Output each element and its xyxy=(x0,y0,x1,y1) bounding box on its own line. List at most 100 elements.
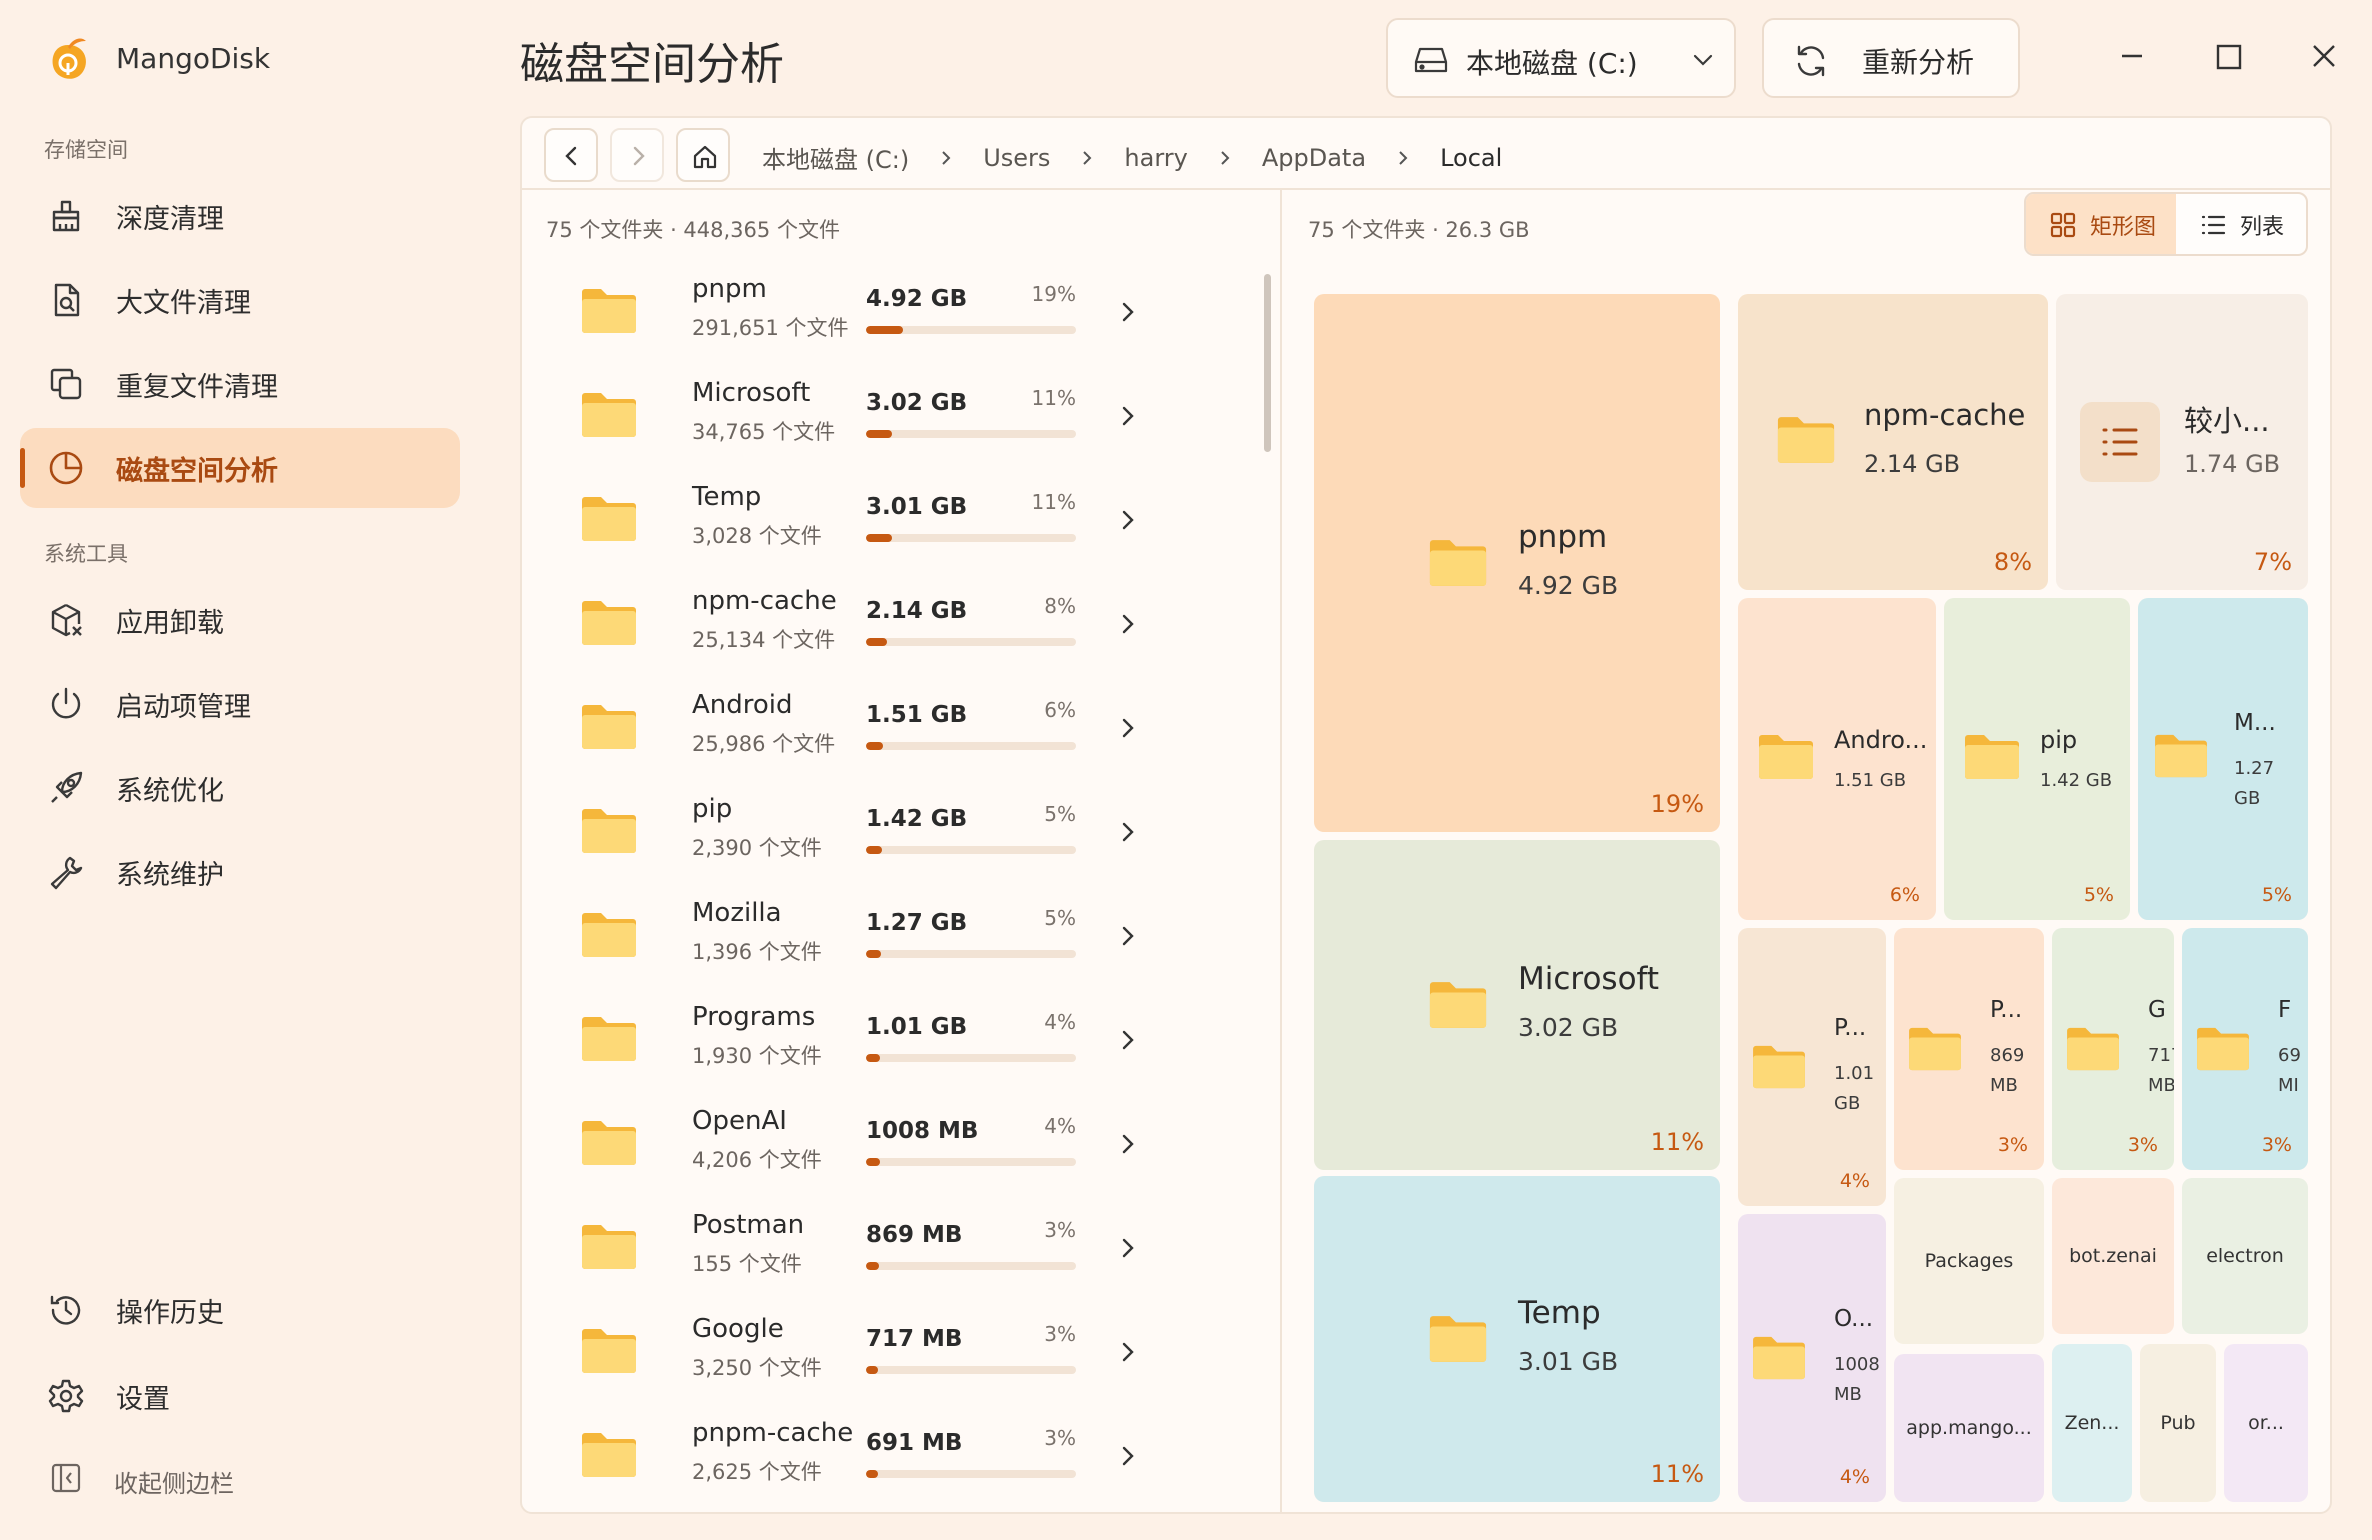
treemap-tile[interactable]: M... 1.27 GB 5% xyxy=(2138,598,2308,920)
treemap-tile[interactable]: app.mango... xyxy=(1894,1354,2044,1502)
folder-row[interactable]: Android 25,986 个文件 1.51 GB 6% xyxy=(548,680,1248,784)
breadcrumb-item[interactable]: AppData xyxy=(1262,144,1366,172)
treemap-tile-size: 4.92 GB xyxy=(1518,571,1619,600)
treemap-tile-name: pip xyxy=(2040,726,2078,754)
treemap-tile-name: O... xyxy=(1834,1306,1874,1332)
treemap-tile[interactable]: Andro... 1.51 GB 6% xyxy=(1738,598,1936,920)
treemap-tile-percent: 8% xyxy=(1993,548,2032,576)
list-view-button[interactable]: 列表 xyxy=(2176,194,2306,254)
folder-row[interactable]: Microsoft 34,765 个文件 3.02 GB 11% xyxy=(548,368,1248,472)
treemap-tile-size: 1.51 GB xyxy=(1834,770,1907,791)
sidebar-item-optimize[interactable]: 系统优化 xyxy=(20,748,460,828)
folder-file-count: 4,206 个文件 xyxy=(692,1148,822,1172)
app-brand: MangoDisk xyxy=(46,32,270,84)
treemap-tile-size: MI xyxy=(2278,1075,2299,1096)
treemap-tile[interactable]: P... 1.01 GB 4% xyxy=(1738,928,1886,1206)
folder-row[interactable]: OpenAI 4,206 个文件 1008 MB 4% xyxy=(548,1096,1248,1200)
treemap-tile[interactable]: electron xyxy=(2182,1178,2308,1334)
treemap-tile[interactable]: G 717 MB 3% xyxy=(2052,928,2174,1170)
collapse-sidebar-button[interactable]: 收起侧边栏 xyxy=(20,1450,320,1510)
sidebar-item-label: 设置 xyxy=(116,1383,170,1415)
folder-file-count: 2,625 个文件 xyxy=(692,1460,822,1484)
wrench-icon xyxy=(50,856,83,890)
forward-button[interactable] xyxy=(610,128,664,182)
treemap-tile-percent: 11% xyxy=(1650,1460,1704,1488)
treemap-tile[interactable]: 较小... 1.74 GB 7% xyxy=(2056,294,2308,590)
usage-bar-fill xyxy=(866,1158,880,1166)
folder-percent: 8% xyxy=(1044,594,1076,618)
folder-row[interactable]: Mozilla 1,396 个文件 1.27 GB 5% xyxy=(548,888,1248,992)
treemap-tile[interactable]: Microsoft 3.02 GB 11% xyxy=(1314,840,1720,1170)
folder-file-count: 25,986 个文件 xyxy=(692,732,836,756)
treemap-tile[interactable]: or... xyxy=(2224,1344,2308,1502)
sidebar-item-settings[interactable]: 设置 xyxy=(20,1356,460,1436)
rescan-button[interactable]: 重新分析 xyxy=(1762,18,2020,98)
home-button[interactable] xyxy=(676,128,730,182)
chevron-right-icon xyxy=(1122,1342,1134,1362)
sidebar-item-maintenance[interactable]: 系统维护 xyxy=(20,832,460,912)
treemap-tile[interactable]: pnpm 4.92 GB 19% xyxy=(1314,294,1720,832)
treemap-tile[interactable]: Packages xyxy=(1894,1178,2044,1344)
treemap-tile[interactable]: P... 869 MB 3% xyxy=(1894,928,2044,1170)
chevron-right-icon xyxy=(1122,926,1134,946)
breadcrumb-item[interactable]: harry xyxy=(1124,144,1187,172)
sidebar-item-duplicate-files[interactable]: 重复文件清理 xyxy=(20,344,460,424)
treemap-tile[interactable]: Pub xyxy=(2140,1344,2216,1502)
treemap-tile[interactable]: npm-cache 2.14 GB 8% xyxy=(1738,294,2048,590)
treemap-tile[interactable]: Zen... xyxy=(2052,1344,2132,1502)
usage-bar xyxy=(866,950,1076,958)
treemap-tile[interactable]: O... 1008 MB 4% xyxy=(1738,1214,1886,1502)
sidebar-item-large-files[interactable]: 大文件清理 xyxy=(20,260,460,340)
sidebar-item-history[interactable]: 操作历史 xyxy=(20,1270,460,1350)
folder-row[interactable]: Google 3,250 个文件 717 MB 3% xyxy=(548,1304,1248,1408)
back-button[interactable] xyxy=(544,128,598,182)
breadcrumb-item[interactable]: Users xyxy=(983,144,1050,172)
refresh-icon xyxy=(1797,45,1825,77)
treemap-tile-label: or... xyxy=(2248,1412,2284,1434)
section-tools-label: 系统工具 xyxy=(44,542,128,566)
folder-row[interactable]: Temp 3,028 个文件 3.01 GB 11% xyxy=(548,472,1248,576)
folder-row[interactable]: Programs 1,930 个文件 1.01 GB 4% xyxy=(548,992,1248,1096)
folder-icon xyxy=(1965,735,2019,779)
folder-row[interactable]: pip 2,390 个文件 1.42 GB 5% xyxy=(548,784,1248,888)
grid-icon xyxy=(2050,212,2076,238)
pie-chart-icon xyxy=(49,451,83,485)
treemap-tile[interactable]: Temp 3.01 GB 11% xyxy=(1314,1176,1720,1502)
treemap-view-button[interactable]: 矩形图 xyxy=(2026,194,2176,254)
treemap-tile[interactable]: pip 1.42 GB 5% xyxy=(1944,598,2130,920)
folder-icon xyxy=(1777,417,1835,463)
folder-name: Microsoft xyxy=(692,378,811,408)
folder-summary: 75 个文件夹 · 448,365 个文件 xyxy=(546,218,840,242)
scrollbar[interactable] xyxy=(1264,274,1271,452)
folder-row[interactable]: pnpm 291,651 个文件 4.92 GB 19% xyxy=(548,264,1248,368)
drive-select[interactable]: 本地磁盘 (C:) xyxy=(1386,18,1736,98)
treemap-tile-name: P... xyxy=(1834,1015,1867,1041)
sidebar-item-label: 操作历史 xyxy=(116,1297,224,1329)
treemap-tile-size: 869 xyxy=(1990,1045,2025,1066)
sidebar-item-disk-analysis[interactable]: 磁盘空间分析 xyxy=(20,428,460,508)
usage-bar xyxy=(866,638,1076,646)
list-icon xyxy=(2201,215,2226,235)
usage-bar-fill xyxy=(866,326,903,334)
sidebar-item-label: 深度清理 xyxy=(116,203,224,235)
breadcrumb-item[interactable]: 本地磁盘 (C:) xyxy=(762,140,909,175)
treemap-tile-size: 1.01 xyxy=(1834,1063,1875,1084)
folder-percent: 11% xyxy=(1031,386,1076,410)
treemap-tile[interactable]: bot.zenai xyxy=(2052,1178,2174,1334)
folder-icon xyxy=(1909,1027,1961,1071)
sidebar-item-uninstall[interactable]: 应用卸载 xyxy=(20,580,460,660)
folder-row[interactable]: Postman 155 个文件 869 MB 3% xyxy=(548,1200,1248,1304)
chevron-right-icon xyxy=(1122,822,1134,842)
maximize-icon[interactable] xyxy=(2208,36,2248,76)
folder-row[interactable]: pnpm-cache 2,625 个文件 691 MB 3% xyxy=(548,1408,1248,1512)
sidebar-item-label: 磁盘空间分析 xyxy=(116,455,278,487)
folder-icon xyxy=(2197,1027,2249,1071)
treemap-tile[interactable]: F 69 MI 3% xyxy=(2182,928,2308,1170)
folder-row[interactable]: npm-cache 25,134 个文件 2.14 GB 8% xyxy=(548,576,1248,680)
treemap-tile-percent: 3% xyxy=(2261,1134,2292,1156)
sidebar-item-deep-clean[interactable]: 深度清理 xyxy=(20,176,460,256)
minimize-icon[interactable] xyxy=(2112,36,2152,76)
close-icon[interactable] xyxy=(2304,36,2344,76)
active-indicator xyxy=(20,448,25,488)
sidebar-item-startup[interactable]: 启动项管理 xyxy=(20,664,460,744)
